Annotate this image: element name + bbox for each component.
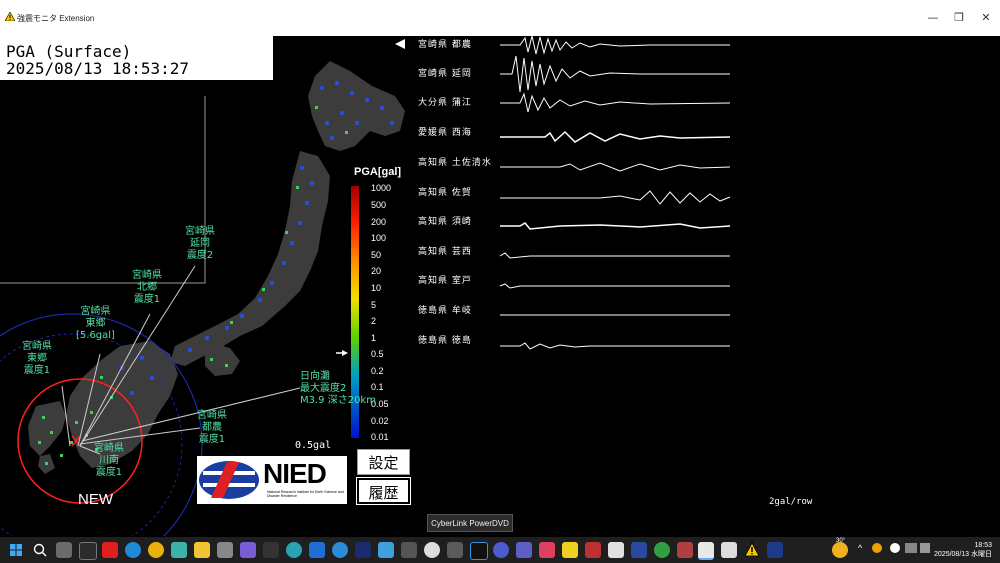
annotation-togo-gal: 宮崎県 東郷 [5.6gal] (76, 306, 115, 341)
station-label: 高知県 室戸 (418, 276, 472, 286)
app-icon[interactable] (447, 542, 463, 558)
app-icon[interactable] (79, 542, 97, 560)
scale-tick: 100 (371, 233, 387, 243)
taskbar: 30° ^ 18:53 2025/08/13 水曜日 (0, 537, 1000, 563)
nied-name: NIED (263, 458, 327, 489)
pga-datetime: 2025/08/13 18:53:27 (6, 59, 190, 78)
nied-subtitle: National Research Institute for Earth Sc… (267, 490, 344, 498)
app-icon[interactable] (585, 542, 601, 558)
tray-chevron-icon[interactable]: ^ (858, 543, 862, 553)
station-label: 高知県 土佐清水 (418, 158, 492, 168)
app-icon[interactable] (608, 542, 624, 558)
network-icon[interactable] (905, 543, 917, 553)
annotation-nobeoka: 宮崎県 延岡 震度2 (185, 226, 215, 261)
title-bar: 強震モニタ Extension — ❐ ✕ (0, 0, 1000, 36)
app-icon[interactable] (355, 542, 371, 558)
app-icon[interactable] (631, 542, 647, 558)
system-clock[interactable]: 18:53 2025/08/13 水曜日 (932, 541, 992, 559)
app-icon[interactable] (217, 542, 233, 558)
app-icon[interactable] (171, 542, 187, 558)
weather-icon[interactable] (832, 542, 848, 558)
station-label: 大分県 蒲江 (418, 98, 472, 108)
warning-icon (5, 12, 15, 21)
scale-tick: 0.5 (371, 349, 384, 359)
task-view-icon[interactable] (56, 542, 72, 558)
station-label: 愛媛県 西海 (418, 128, 472, 138)
history-button[interactable]: 履歴 (356, 477, 411, 505)
window-title: 強震モニタ Extension (17, 14, 95, 23)
station-label: 高知県 芸西 (418, 247, 472, 257)
app-icon[interactable] (286, 542, 302, 558)
volume-icon[interactable] (920, 543, 930, 553)
annotation-kawaminami: 宮崎県 川南 震度1 (94, 443, 124, 478)
waveforms (499, 36, 731, 350)
file-explorer-icon[interactable] (194, 542, 210, 558)
earthquake-monitor-icon[interactable] (698, 542, 714, 560)
scale-tick: 0.02 (371, 416, 389, 426)
warning-app-icon[interactable] (744, 542, 760, 557)
search-icon[interactable] (33, 543, 47, 557)
teams-icon[interactable] (516, 542, 532, 558)
scale-tick: 500 (371, 200, 387, 210)
app-icon[interactable] (539, 542, 555, 558)
app-icon[interactable] (263, 542, 279, 558)
collapse-arrow-icon (395, 39, 405, 49)
scale-tick: 2 (371, 316, 377, 326)
app-icon[interactable] (721, 542, 737, 558)
station-label: 高知県 佐賀 (418, 188, 472, 198)
app-icon[interactable] (378, 542, 394, 558)
monitor-view: PGA (Surface) 2025/08/13 18:53:27 PGA[ga… (0, 36, 1000, 536)
powerdvd-icon[interactable] (470, 542, 488, 560)
wave-scale-label: 2gal/row (769, 497, 813, 507)
app-icon[interactable] (401, 542, 417, 558)
clock-date: 2025/08/13 水曜日 (934, 551, 992, 558)
scale-tick: 0.01 (371, 432, 389, 442)
annotation-tonou: 宮崎県 都農 震度1 (197, 410, 227, 445)
scale-tick: 1 (371, 333, 377, 343)
scale-tick: 50 (371, 250, 382, 260)
annotation-epicenter: 日向灘 最大震度2 M3.9 深さ20km (300, 371, 376, 406)
settings-button[interactable]: 設定 (357, 449, 410, 475)
youtube-icon[interactable] (102, 542, 118, 558)
taskbar-tooltip: CyberLink PowerDVD 14 (427, 514, 513, 546)
scale-tick: 5 (371, 300, 377, 310)
edge-icon[interactable] (125, 542, 141, 558)
nied-logo[interactable]: NIED National Research Institute for Ear… (197, 456, 347, 504)
restore-button[interactable]: ❐ (944, 8, 974, 28)
weather-temp: 30° (836, 538, 846, 544)
scale-tick: 10 (371, 283, 382, 293)
outlook-icon[interactable] (309, 542, 325, 558)
tray-app-icon[interactable] (872, 543, 882, 553)
scale-tick: 20 (371, 266, 382, 276)
clock-time: 18:53 (974, 542, 992, 549)
chrome-icon[interactable] (148, 542, 164, 558)
annotation-higashigo: 宮崎県 東郷 震度1 (22, 341, 52, 376)
app-icon[interactable] (332, 542, 348, 558)
station-label: 徳島県 牟岐 (418, 306, 472, 316)
station-label: 宮崎県 延岡 (418, 69, 472, 79)
app-icon[interactable] (240, 542, 256, 558)
nied-emblem-icon (199, 461, 259, 499)
app-icon[interactable] (767, 542, 783, 558)
app-icon[interactable] (654, 542, 670, 558)
station-label: 宮崎県 都農 (418, 40, 472, 50)
pga-label: PGA (Surface) (6, 42, 132, 61)
tray-app-icon[interactable] (890, 543, 900, 553)
pga-info-panel: PGA (Surface) 2025/08/13 18:53:27 (0, 36, 273, 80)
app-icon[interactable] (493, 542, 509, 558)
current-level-arrow (342, 350, 348, 356)
app-icon[interactable] (677, 542, 693, 558)
new-label: NEW (78, 491, 113, 508)
station-label: 高知県 須崎 (418, 217, 472, 227)
close-button[interactable]: ✕ (971, 8, 1000, 28)
windows-start-icon[interactable] (10, 544, 22, 556)
app-icon[interactable] (562, 542, 578, 558)
gal-label: 0.5gal (295, 440, 332, 451)
scale-title: PGA[gal] (354, 166, 402, 178)
app-icon[interactable] (424, 542, 440, 558)
station-label: 徳島県 徳島 (418, 336, 472, 346)
scale-tick: 1000 (371, 183, 392, 193)
scale-tick: 200 (371, 217, 387, 227)
annotation-kitago: 宮崎県 北郷 震度1 (132, 270, 162, 305)
